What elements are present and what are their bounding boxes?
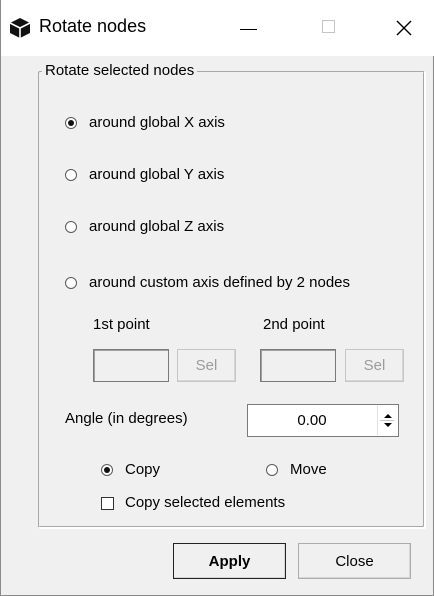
point2-field[interactable] — [260, 349, 336, 382]
radio-custom-axis-label: around custom axis defined by 2 nodes — [89, 274, 350, 291]
angle-value[interactable]: 0.00 — [248, 412, 376, 429]
window-title: Rotate nodes — [39, 16, 147, 36]
point2-sel-button[interactable]: Sel — [345, 349, 404, 382]
maximize-button — [309, 8, 349, 48]
radio-z-axis-circle[interactable] — [65, 220, 77, 233]
radio-move-label: Move — [290, 461, 327, 478]
spin-divider — [380, 420, 394, 421]
close-icon — [396, 20, 412, 36]
radio-copy-label: Copy — [125, 461, 161, 478]
angle-spinner[interactable]: 0.00 — [247, 404, 399, 437]
rotate-nodes-dialog: Rotate nodes Rotate selected nodes aroun… — [0, 0, 434, 596]
radio-custom-axis-circle[interactable] — [65, 276, 77, 289]
angle-spinner-arrows[interactable] — [377, 406, 397, 435]
radio-x-axis[interactable]: around global X axis — [65, 114, 225, 131]
radio-x-axis-label: around global X axis — [89, 114, 225, 131]
spin-up-icon[interactable] — [384, 414, 392, 418]
radio-move[interactable]: Move — [266, 461, 327, 478]
point1-label: 1st point — [93, 316, 150, 333]
copy-elements-checkbox[interactable] — [101, 497, 114, 510]
spin-down-icon[interactable] — [384, 423, 392, 427]
radio-x-axis-circle[interactable] — [65, 116, 77, 129]
radio-copy[interactable]: Copy — [101, 461, 160, 478]
radio-copy-circle[interactable] — [101, 463, 113, 476]
radio-y-axis[interactable]: around global Y axis — [65, 166, 224, 183]
copy-elements-label: Copy selected elements — [125, 494, 286, 511]
radio-move-circle[interactable] — [266, 463, 278, 476]
point2-label: 2nd point — [263, 316, 325, 333]
group-title: Rotate selected nodes — [42, 62, 198, 79]
radio-z-axis[interactable]: around global Z axis — [65, 218, 224, 235]
apply-button[interactable]: Apply — [173, 543, 286, 579]
radio-y-axis-circle[interactable] — [65, 168, 77, 181]
radio-z-axis-label: around global Z axis — [89, 218, 225, 235]
point1-field[interactable] — [93, 349, 169, 382]
close-button[interactable]: Close — [298, 543, 411, 579]
close-window-button[interactable] — [384, 8, 424, 48]
radio-custom-axis[interactable]: around custom axis defined by 2 nodes — [65, 274, 350, 291]
angle-label: Angle (in degrees) — [65, 410, 188, 427]
cube-icon — [9, 18, 31, 38]
point1-sel-button[interactable]: Sel — [177, 349, 236, 382]
radio-y-axis-label: around global Y axis — [89, 166, 225, 183]
title-bar[interactable]: Rotate nodes — [1, 0, 434, 56]
minimize-button[interactable] — [229, 8, 269, 48]
rotate-group-box — [38, 71, 425, 528]
